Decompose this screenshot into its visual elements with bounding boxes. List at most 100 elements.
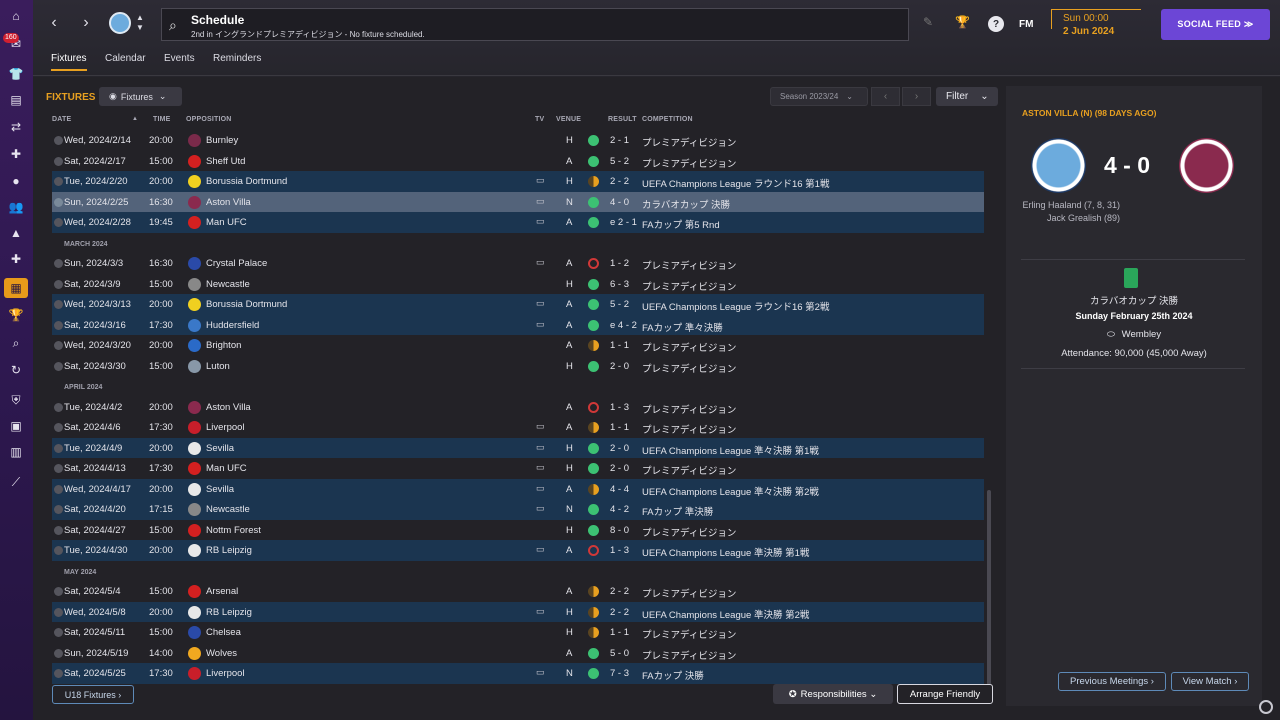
finance-icon[interactable]: ▣ [6, 416, 26, 436]
opposition-name[interactable]: Man UFC [206, 463, 247, 474]
score[interactable]: 4 - 2 [610, 504, 629, 515]
feedback-icon[interactable] [1259, 700, 1273, 714]
season-dropdown[interactable]: Season 2023/24 ⌄ [770, 87, 868, 106]
staff-icon[interactable]: 👥 [6, 197, 26, 217]
score[interactable]: 1 - 1 [610, 627, 629, 638]
opposition-name[interactable]: Newcastle [206, 279, 250, 290]
club-badge-icon[interactable] [109, 12, 131, 34]
score[interactable]: 1 - 1 [610, 340, 629, 351]
edit-icon[interactable]: ✎ [923, 15, 933, 29]
column-header-venue[interactable]: VENUE [556, 116, 581, 123]
opposition-name[interactable]: RB Leipzig [206, 545, 252, 556]
tab-events[interactable]: Events [164, 53, 195, 69]
game-date-display[interactable]: Sun 00:00 2 Jun 2024 [1051, 9, 1141, 37]
opposition-name[interactable]: Liverpool [206, 422, 245, 433]
opposition-name[interactable]: Newcastle [206, 504, 250, 515]
transfer-icon[interactable]: ⇄ [6, 117, 26, 137]
medical-icon[interactable]: ✚ [6, 144, 26, 164]
opposition-name[interactable]: Sevilla [206, 443, 234, 454]
score[interactable]: 5 - 2 [610, 299, 629, 310]
training-icon[interactable]: ✚ [6, 249, 26, 269]
score[interactable]: 2 - 0 [610, 361, 629, 372]
view-match-button[interactable]: View Match › [1171, 672, 1249, 691]
fixture-row[interactable]: Sun, 2024/2/25 16:30 Aston Villa ▭ N 4 - 0 カラバ… [52, 191, 984, 212]
column-header-tv[interactable]: TV [535, 116, 544, 123]
match-title[interactable]: ASTON VILLA (N) (98 DAYS AGO) [1022, 108, 1156, 118]
opposition-name[interactable]: Wolves [206, 648, 237, 659]
tab-fixtures[interactable]: Fixtures [51, 53, 87, 71]
opposition-name[interactable]: Aston Villa [206, 197, 251, 208]
opposition-name[interactable]: Luton [206, 361, 230, 372]
opposition-name[interactable]: Burnley [206, 135, 238, 146]
score[interactable]: 2 - 1 [610, 135, 629, 146]
column-header-competition[interactable]: COMPETITION [642, 116, 693, 123]
previous-meetings-button[interactable]: Previous Meetings › [1058, 672, 1166, 691]
ticket-icon[interactable]: ▥ [6, 442, 26, 462]
home-club-badge-icon[interactable] [1031, 138, 1086, 193]
fixture-row[interactable]: Sun, 2024/3/3 16:30 Crystal Palace ▭ A 1 - 2 プ… [52, 253, 984, 274]
score[interactable]: 5 - 0 [610, 648, 629, 659]
opposition-name[interactable]: Crystal Palace [206, 258, 267, 269]
fixture-row[interactable]: Sat, 2024/3/9 15:00 Newcastle H 6 - 3 プレミアディビ… [52, 273, 984, 294]
score[interactable]: 7 - 3 [610, 668, 629, 679]
opposition-name[interactable]: Huddersfield [206, 320, 259, 331]
score[interactable]: 2 - 0 [610, 443, 629, 454]
score[interactable]: 1 - 3 [610, 402, 629, 413]
score[interactable]: 2 - 2 [610, 176, 629, 187]
score[interactable]: 4 - 0 [610, 197, 629, 208]
opposition-name[interactable]: Arsenal [206, 586, 238, 597]
column-header-opposition[interactable]: OPPOSITION [186, 116, 232, 123]
score[interactable]: 1 - 2 [610, 258, 629, 269]
previous-season-button[interactable]: ‹ [871, 87, 900, 106]
tab-calendar[interactable]: Calendar [105, 53, 146, 69]
home-icon[interactable]: ⌂ [6, 6, 26, 26]
opposition-name[interactable]: Sheff Utd [206, 156, 245, 167]
social-feed-button[interactable]: SOCIAL FEED ≫ [1161, 9, 1270, 40]
score[interactable]: 5 - 2 [610, 156, 629, 167]
fixture-row[interactable]: Tue, 2024/4/9 20:00 Sevilla ▭ H 2 - 0 UEFA Cha… [52, 437, 984, 458]
opposition-name[interactable]: Brighton [206, 340, 241, 351]
fixture-row[interactable]: Wed, 2024/4/17 20:00 Sevilla ▭ A 4 - 4 UEFA Ch… [52, 478, 984, 499]
column-header-result[interactable]: RESULT [608, 116, 637, 123]
column-header-time[interactable]: TIME [153, 116, 171, 123]
shield-icon[interactable]: ⛨ [6, 390, 26, 410]
filter-button[interactable]: Filter ⌄ [936, 87, 998, 106]
opposition-name[interactable]: Liverpool [206, 668, 245, 679]
score[interactable]: 4 - 4 [610, 484, 629, 495]
opposition-name[interactable]: Man UFC [206, 217, 247, 228]
away-club-badge-icon[interactable] [1179, 138, 1234, 193]
score[interactable]: 2 - 0 [610, 463, 629, 474]
responsibilities-button[interactable]: ✪ Responsibilities ⌄ [773, 684, 893, 704]
fixture-row[interactable]: Sat, 2024/5/11 15:00 Chelsea H 1 - 1 プレミアディビジ… [52, 622, 984, 643]
fixture-row[interactable]: Sat, 2024/5/25 17:30 Liverpool ▭ N 7 - 3 FAカップ… [52, 663, 984, 684]
schedule-icon[interactable]: ▦ [4, 278, 28, 298]
opposition-name[interactable]: Aston Villa [206, 402, 251, 413]
table-scrollbar[interactable] [987, 490, 991, 685]
fixture-row[interactable]: Sat, 2024/4/20 17:15 Newcastle ▭ N 4 - 2 FAカップ… [52, 499, 984, 520]
next-season-button[interactable]: › [902, 87, 931, 106]
search-bar[interactable]: ⌕ Schedule 2nd in イングランドプレミアディビジョン - No … [161, 8, 909, 41]
score[interactable]: e 4 - 2 [610, 320, 637, 331]
trophy-icon[interactable]: 🏆 [6, 305, 26, 325]
fixture-row[interactable]: Wed, 2024/3/13 20:00 Borussia Dortmund ▭ A 5 … [52, 294, 984, 315]
help-icon[interactable]: ? [988, 16, 1004, 32]
opposition-name[interactable]: Borussia Dortmund [206, 176, 287, 187]
fixture-row[interactable]: Sat, 2024/4/13 17:30 Man UFC ▭ H 2 - 0 プレミアディビ… [52, 458, 984, 479]
graph-icon[interactable]: ⟋ [6, 472, 26, 492]
back-icon[interactable]: ‹ [43, 12, 65, 34]
fixture-row[interactable]: Wed, 2024/2/14 20:00 Burnley H 2 - 1 プレミアディビジ… [52, 130, 984, 151]
score[interactable]: 2 - 2 [610, 607, 629, 618]
score[interactable]: 8 - 0 [610, 525, 629, 536]
opposition-name[interactable]: RB Leipzig [206, 607, 252, 618]
fixture-row[interactable]: Tue, 2024/2/20 20:00 Borussia Dortmund ▭ H 2 … [52, 171, 984, 192]
fixture-row[interactable]: Sat, 2024/5/4 15:00 Arsenal A 2 - 2 プレミアディビジョ… [52, 581, 984, 602]
fixture-row[interactable]: Sat, 2024/4/6 17:30 Liverpool ▭ A 1 - 1 プレミアディ… [52, 417, 984, 438]
fixture-row[interactable]: Tue, 2024/4/2 20:00 Aston Villa A 1 - 3 プレミアデ… [52, 396, 984, 417]
fixture-row[interactable]: Wed, 2024/3/20 20:00 Brighton A 1 - 1 プレミアディビ… [52, 335, 984, 356]
score[interactable]: 1 - 1 [610, 422, 629, 433]
opposition-name[interactable]: Sevilla [206, 484, 234, 495]
arrange-friendly-button[interactable]: Arrange Friendly [897, 684, 993, 704]
fm-logo[interactable]: FM [1019, 19, 1033, 30]
score[interactable]: 6 - 3 [610, 279, 629, 290]
fixture-row[interactable]: Sat, 2024/4/27 15:00 Nottm Forest H 8 - 0 プレミ… [52, 519, 984, 540]
